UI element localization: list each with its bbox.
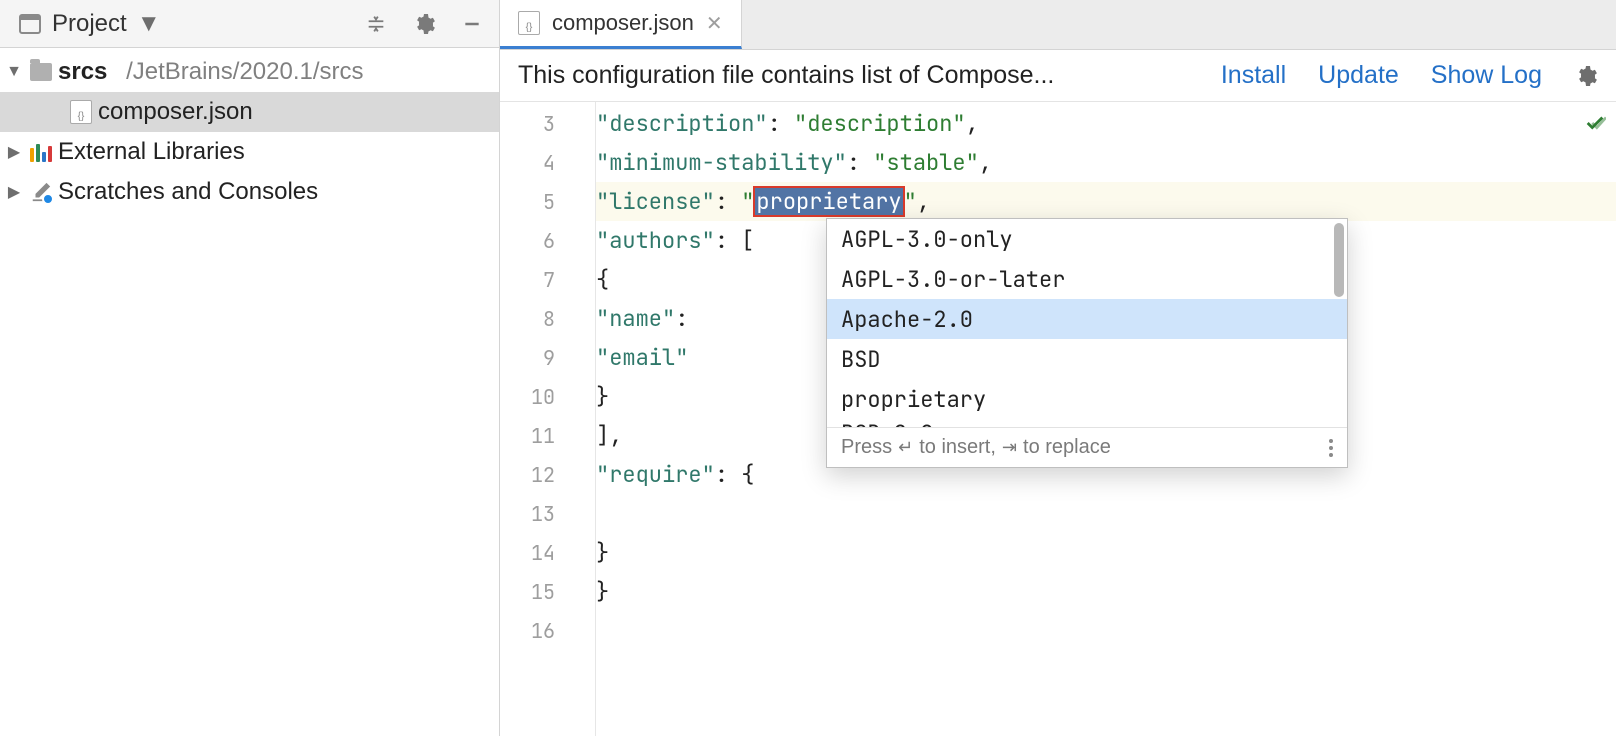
tab-composer-json[interactable]: composer.json ✕ [500,0,742,49]
json-file-icon [70,101,92,123]
selected-text[interactable]: proprietary [754,187,903,216]
completion-item[interactable]: BSD-2.0 [827,419,1347,427]
tree-scratches-label: Scratches and Consoles [58,178,318,206]
update-link[interactable]: Update [1318,61,1399,90]
code-line-current[interactable]: "license": "proprietary", [596,182,1616,221]
editor-tabs: composer.json ✕ [500,0,1616,50]
tree-root-path: /JetBrains/2020.1/srcs [126,58,363,86]
scrollbar-thumb[interactable] [1334,223,1344,297]
code-line[interactable] [596,611,1616,650]
banner-settings-button[interactable] [1574,64,1598,88]
tree-file-label: composer.json [98,98,253,126]
line-number[interactable]: 13 [500,494,595,533]
gutter[interactable]: 3 4 5 6 7 8 9 10 11 12 13 14 15 16 [500,102,596,736]
hint-text: to insert, [919,436,996,459]
completion-list[interactable]: AGPL-3.0-only AGPL-3.0-or-later Apache-2… [827,219,1347,427]
project-tree[interactable]: ▼ srcs /JetBrains/2020.1/srcs composer.j… [0,48,499,736]
json-file-icon [518,12,540,34]
libraries-icon [30,141,52,163]
window-icon [16,10,44,38]
code-line[interactable]: "minimum-stability": "stable", [596,143,1616,182]
line-number[interactable]: 16 [500,611,595,650]
line-number[interactable]: 10 [500,377,595,416]
collapse-all-button[interactable] [359,7,393,41]
line-number[interactable]: 4 [500,143,595,182]
code-line[interactable]: } [596,572,1616,611]
show-log-link[interactable]: Show Log [1431,61,1542,90]
line-number[interactable]: 5 [500,182,595,221]
tab-key-icon: ⇥ [1002,437,1017,458]
tree-root[interactable]: ▼ srcs /JetBrains/2020.1/srcs [0,52,499,92]
line-number[interactable]: 8 [500,299,595,338]
enter-key-icon: ↵ [898,437,913,458]
hint-text: Press [841,436,892,459]
completion-popup: AGPL-3.0-only AGPL-3.0-or-later Apache-2… [826,218,1348,468]
project-view-selector[interactable]: Project ▼ [10,8,169,40]
banner-text: This configuration file contains list of… [518,61,1189,90]
hint-text: to replace [1023,436,1111,459]
tab-label: composer.json [552,10,694,36]
code-line[interactable]: } [596,533,1616,572]
tree-scratches[interactable]: ▶ Scratches and Consoles [0,172,499,212]
expand-icon[interactable]: ▶ [4,182,24,202]
inspection-ok-icon[interactable] [1584,112,1606,134]
line-number[interactable]: 6 [500,221,595,260]
line-number[interactable]: 7 [500,260,595,299]
chevron-down-icon: ▼ [135,10,163,38]
expand-icon[interactable]: ▼ [4,63,24,81]
completion-item[interactable]: AGPL-3.0-or-later [827,259,1347,299]
line-number[interactable]: 14 [500,533,595,572]
tree-file-composer[interactable]: composer.json [0,92,499,132]
project-view-label: Project [52,10,127,38]
folder-icon [30,61,52,83]
tree-root-name: srcs [58,58,107,86]
line-number[interactable]: 3 [500,104,595,143]
code-line[interactable]: "description": "description", [596,104,1616,143]
line-number[interactable]: 9 [500,338,595,377]
completion-item[interactable]: BSD [827,339,1347,379]
line-number[interactable]: 11 [500,416,595,455]
scratches-icon [30,181,52,203]
close-icon[interactable]: ✕ [706,11,723,36]
composer-banner: This configuration file contains list of… [500,50,1616,102]
completion-item[interactable]: proprietary [827,379,1347,419]
tree-extlibs-label: External Libraries [58,138,245,166]
minimize-button[interactable] [455,7,489,41]
project-sidebar: Project ▼ ▼ srcs /JetBrains/2020.1/srcs [0,0,500,736]
completion-footer: Press ↵ to insert, ⇥ to replace [827,427,1347,467]
line-number[interactable]: 15 [500,572,595,611]
expand-icon[interactable]: ▶ [4,142,24,162]
tree-external-libraries[interactable]: ▶ External Libraries [0,132,499,172]
completion-item[interactable]: AGPL-3.0-only [827,219,1347,259]
settings-button[interactable] [407,7,441,41]
line-number[interactable]: 12 [500,455,595,494]
sidebar-toolbar: Project ▼ [0,0,499,48]
more-options-button[interactable] [1329,439,1333,457]
completion-item-selected[interactable]: Apache-2.0 [827,299,1347,339]
code-line[interactable] [596,494,1616,533]
install-link[interactable]: Install [1221,61,1286,90]
